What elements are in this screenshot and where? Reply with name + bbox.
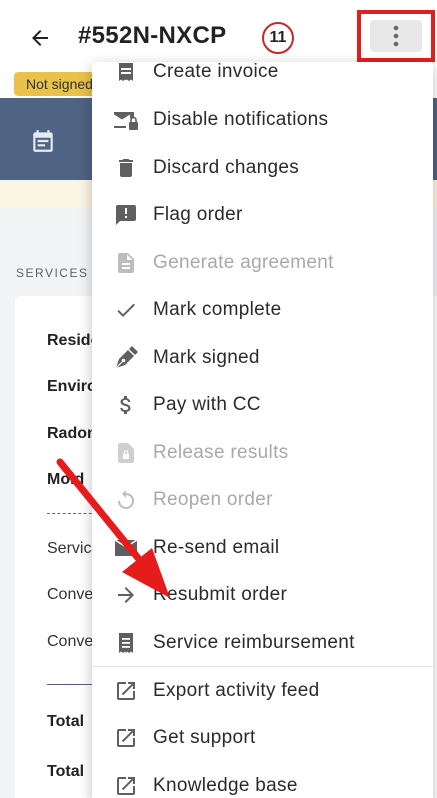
more-options-button[interactable] [357,10,435,62]
total-label: Total [47,763,85,780]
more-vert-icon[interactable] [370,20,422,52]
open-in-new-icon [112,677,140,705]
menu-item-flag-order[interactable]: Flag order [92,191,433,238]
arrow-right-icon [112,581,140,609]
service-name: Radon [47,425,97,442]
menu-item-label: Create invoice [153,62,279,82]
menu-item-label: Generate agreement [153,251,334,273]
flag-message-icon [112,201,140,229]
menu-item-disable-notifications[interactable]: Disable notifications [92,96,433,143]
refresh-icon [112,486,140,514]
dollar-icon [112,391,140,419]
menu-item-label: Resubmit order [153,583,288,605]
menu-item-label: Disable notifications [153,108,329,130]
menu-item-label: Mark complete [153,298,282,320]
menu-item-pay-with-cc[interactable]: Pay with CC [92,381,433,428]
menu-item-label: Reopen order [153,488,273,510]
menu-item-generate-agreement: Generate agreement [92,239,433,286]
open-in-new-icon [112,772,140,798]
mail-lock-icon [112,106,140,134]
menu-item-resubmit-order[interactable]: Resubmit order [92,571,433,618]
menu-item-export-activity-feed[interactable]: Export activity feed [92,667,433,714]
actions-menu: Create invoice Disable notifications Dis… [92,62,433,798]
divider [47,684,97,685]
trash-icon [112,154,140,182]
count-badge: 11 [262,22,294,54]
section-label: SERVICES [16,266,89,280]
divider [47,513,97,514]
service-name: Residential [47,332,97,349]
line-item: Convenience [47,633,97,650]
menu-item-knowledge-base[interactable]: Knowledge base [92,762,433,798]
check-icon [112,296,140,324]
menu-item-label: Knowledge base [153,774,298,796]
menu-item-get-support[interactable]: Get support [92,714,433,761]
service-name: Environmental [47,378,97,395]
menu-item-create-invoice[interactable]: Create invoice [92,62,433,95]
back-arrow-icon[interactable] [24,24,56,52]
menu-item-label: Service reimbursement [153,631,355,653]
file-lock-icon [112,439,140,467]
menu-item-label: Release results [153,441,289,463]
total-label: Total [47,713,85,730]
menu-item-service-reimbursement[interactable]: Service reimbursement [92,619,433,666]
document-icon [112,249,140,277]
status-badge: Not signed [14,72,104,96]
menu-item-label: Flag order [153,203,243,225]
menu-item-label: Export activity feed [153,679,320,701]
receipt-long-icon [112,629,140,657]
pen-icon [112,344,140,372]
line-item: Service [47,540,97,557]
menu-item-label: Get support [153,726,256,748]
menu-item-release-results: Release results [92,429,433,476]
calendar-icon[interactable] [30,128,56,159]
menu-item-resend-email[interactable]: Re-send email [92,524,433,571]
menu-item-reopen-order: Reopen order [92,476,433,523]
line-item: Convenience [47,586,97,603]
receipt-icon [112,62,140,86]
order-id-title: #552N-NXCP [78,22,227,49]
service-name: Mold [47,471,85,488]
open-in-new-icon [112,724,140,752]
menu-item-label: Pay with CC [153,393,261,415]
menu-item-mark-complete[interactable]: Mark complete [92,286,433,333]
menu-item-label: Mark signed [153,346,260,368]
menu-item-label: Re-send email [153,536,280,558]
menu-item-mark-signed[interactable]: Mark signed [92,334,433,381]
menu-item-label: Discard changes [153,156,300,178]
menu-item-discard-changes[interactable]: Discard changes [92,144,433,191]
email-icon [112,534,140,562]
